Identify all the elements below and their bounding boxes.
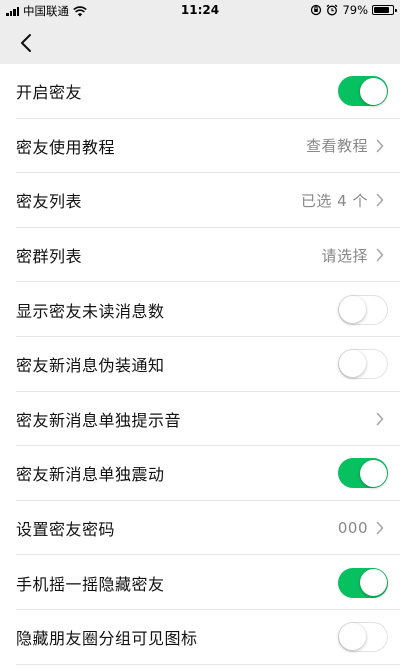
settings-row-label: 密友新消息单独震动 [16,465,165,485]
navigation-bar [0,22,400,64]
settings-row-label: 手机摇一摇隐藏密友 [16,574,165,594]
settings-row[interactable]: 密友列表 已选 4 个 [0,173,400,228]
settings-row-label: 隐藏朋友圈分组可见图标 [16,629,198,649]
settings-row[interactable]: 设置密友密码 000 [0,501,400,556]
settings-row-value: 请选择 [321,246,368,265]
chevron-right-icon [376,520,386,536]
settings-row[interactable]: 显示密友未读消息数 [0,282,400,337]
settings-row-label: 显示密友未读消息数 [16,301,165,321]
chevron-right-icon [376,411,386,427]
toggle-switch[interactable] [338,567,388,598]
chevron-right-icon [376,247,386,263]
settings-row-value: 已选 4 个 [300,191,368,210]
battery-percent: 79% [342,3,368,17]
settings-row[interactable]: 手机摇一摇隐藏密友 [0,555,400,610]
toggle-switch[interactable] [338,294,388,325]
settings-row[interactable]: 开启密友 [0,64,400,119]
settings-row[interactable]: 密友新消息伪装通知 [0,337,400,392]
settings-row[interactable]: 隐藏朋友圈分组可见图标 [0,610,400,665]
settings-row-value: 查看教程 [305,137,368,156]
battery-icon [372,5,397,15]
toggle-knob [339,350,366,378]
alarm-icon [327,4,338,16]
toggle-knob [359,77,387,105]
toggle-knob [359,569,387,597]
settings-row-label: 密友使用教程 [16,137,116,157]
back-button[interactable] [14,31,38,55]
toggle-switch[interactable] [338,76,388,107]
status-right: 79% [310,3,397,17]
chevron-right-icon [376,138,386,154]
toggle-knob [359,459,387,487]
settings-list: 开启密友密友使用教程 查看教程密友列表 已选 4 个密群列表 请选择显示密友未读消息数… [0,64,400,665]
settings-row-label: 密友新消息伪装通知 [16,356,165,376]
settings-row-label: 开启密友 [16,83,83,103]
settings-row-value: 000 [337,519,368,538]
settings-row[interactable]: 密友新消息单独震动 [0,446,400,501]
chevron-left-icon [21,34,31,52]
settings-row[interactable]: 密友新消息单独提示音 [0,392,400,447]
settings-row-label: 密友新消息单独提示音 [16,410,182,430]
toggle-knob [339,295,366,323]
toggle-switch[interactable] [338,458,388,489]
toggle-switch[interactable] [338,622,388,653]
settings-row-label: 密群列表 [16,247,83,267]
settings-row[interactable]: 密友使用教程 查看教程 [0,119,400,174]
settings-row-label: 密友列表 [16,192,83,212]
chevron-right-icon [376,192,386,208]
settings-row-label: 设置密友密码 [16,520,116,540]
orientation-lock-icon [311,4,322,16]
toggle-knob [339,623,366,651]
settings-row[interactable]: 密群列表 请选择 [0,228,400,283]
status-bar: 中国联通 11:24 79% [0,0,400,22]
toggle-switch[interactable] [338,349,388,380]
